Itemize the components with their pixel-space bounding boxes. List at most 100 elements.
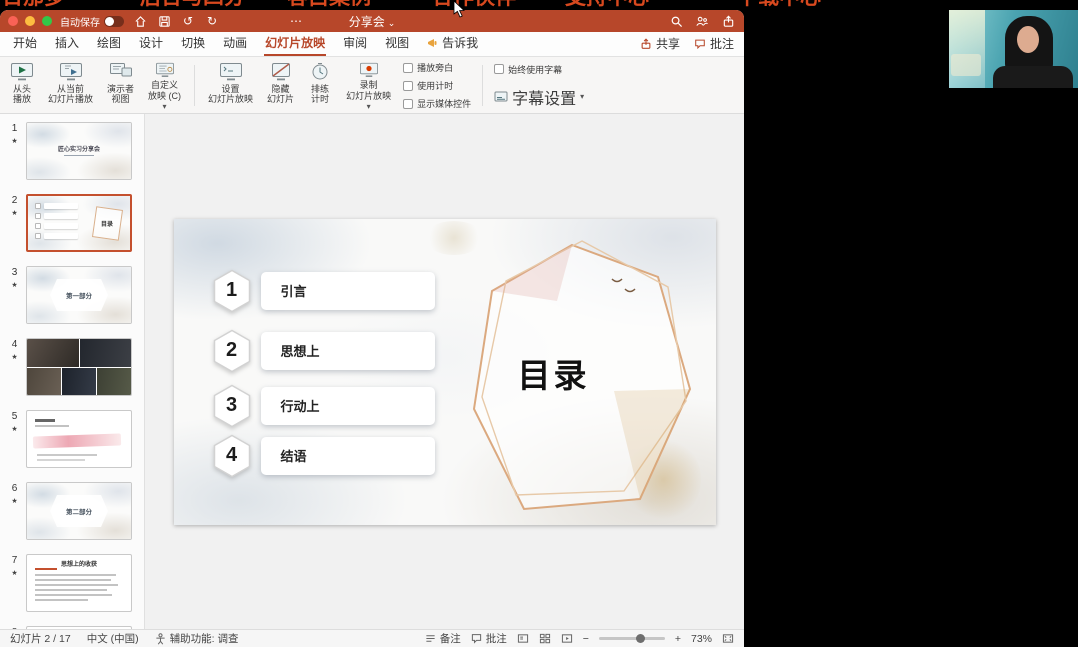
background-menu-link[interactable]: 支持中心 (565, 0, 649, 8)
background-menu-link[interactable]: 日那多 (2, 0, 65, 8)
autosave-switch[interactable] (104, 16, 124, 27)
zoom-in-button[interactable]: + (675, 633, 681, 645)
accessibility-label: 辅助功能: 调查 (170, 631, 239, 646)
presenter-view-button[interactable]: 演示者 视图 (105, 60, 136, 111)
toc-item-label: 引言 (261, 272, 435, 310)
use-timings-checkbox[interactable]: 使用计时 (403, 79, 471, 92)
rehearse-timings-button[interactable]: 排练 计时 (306, 60, 334, 111)
setup-slideshow-button[interactable]: 设置 幻灯片放映 (206, 60, 255, 111)
thumbnail-image[interactable]: 匠心实习分享会 (26, 122, 132, 180)
fit-to-window-button[interactable] (722, 633, 734, 644)
tab-home[interactable]: 开始 (12, 34, 38, 56)
redo-icon[interactable]: ↻ (204, 13, 220, 29)
autosave-toggle[interactable]: 自动保存 (60, 14, 124, 29)
tab-design[interactable]: 设计 (138, 34, 164, 56)
slide-thumbnail-8[interactable]: 8★ (0, 620, 144, 629)
notes-button[interactable]: 备注 (425, 631, 461, 646)
slideshow-view-button[interactable] (561, 633, 573, 644)
people-icon[interactable] (694, 13, 710, 29)
tab-insert[interactable]: 插入 (54, 34, 80, 56)
thumbnail-image[interactable]: 思想上的收获 (26, 554, 132, 612)
background-menu-link[interactable]: 后台与四分 (140, 0, 245, 8)
accessibility-status[interactable]: 辅助功能: 调查 (155, 631, 239, 646)
toc-item-1[interactable]: 1 引言 (212, 269, 435, 313)
search-icon[interactable] (668, 13, 684, 29)
comment-icon (694, 38, 706, 50)
slide-thumbnail-1[interactable]: 1★ 匠心实习分享会 (0, 116, 144, 188)
slide-sorter-view-button[interactable] (539, 633, 551, 644)
background-menu-link[interactable]: 合作伙伴 (432, 0, 516, 8)
thumbnail-image[interactable]: 第一部分 (26, 266, 132, 324)
play-from-start-icon (10, 62, 34, 82)
accessibility-icon (155, 633, 166, 645)
subtitle-settings-button[interactable]: 字幕设置 ▾ (494, 85, 584, 109)
tab-animations[interactable]: 动画 (222, 34, 248, 56)
slide-number: 6 (12, 483, 18, 494)
language-indicator[interactable]: 中文 (中国) (87, 631, 139, 646)
text-line (37, 454, 97, 456)
minimize-button[interactable] (25, 16, 35, 26)
tab-view[interactable]: 视图 (384, 34, 410, 56)
webcam-video-tile[interactable] (949, 10, 1078, 88)
thumbnail-section-title: 第一部分 (50, 279, 108, 311)
pink-brush-stroke (33, 433, 121, 448)
megaphone-icon (427, 37, 439, 49)
subtitle-settings-label: 字幕设置 (512, 85, 576, 109)
save-icon[interactable] (156, 13, 172, 29)
always-use-subtitles-checkbox[interactable]: 始终使用字幕 (494, 63, 584, 76)
slide-thumbnail-2[interactable]: 2★ 目录 (0, 188, 144, 260)
zoom-level[interactable]: 73% (691, 633, 712, 645)
comments-button[interactable]: 批注 (471, 631, 507, 646)
share-button[interactable]: 共享 (640, 35, 680, 52)
tab-review[interactable]: 审阅 (342, 34, 368, 56)
normal-view-button[interactable] (517, 633, 529, 644)
background-menu-link[interactable]: 下载中心 (737, 0, 821, 8)
checkbox-icon (403, 99, 413, 109)
record-slideshow-label: 录制 幻灯片放映 (346, 80, 391, 101)
toc-item-3[interactable]: 3 行动上 (212, 384, 435, 428)
tab-slideshow[interactable]: 幻灯片放映 (264, 34, 326, 56)
thumbnail-image-selected[interactable]: 目录 (26, 194, 132, 252)
dropdown-caret-icon: ▾ (163, 103, 167, 111)
home-icon[interactable] (132, 13, 148, 29)
tab-tell-me[interactable]: 告诉我 (426, 34, 479, 56)
thumbnail-image[interactable] (26, 410, 132, 468)
slide-thumbnail-6[interactable]: 6★ 第二部分 (0, 476, 144, 548)
share-icon[interactable] (720, 13, 736, 29)
slide-thumbnail-3[interactable]: 3★ 第一部分 (0, 260, 144, 332)
hide-slide-button[interactable]: 隐藏 幻灯片 (265, 60, 296, 111)
use-timings-label: 使用计时 (417, 79, 453, 92)
toc-title[interactable]: 目录 (504, 349, 604, 397)
from-beginning-button[interactable]: 从头 播放 (8, 60, 36, 111)
background-menu-link[interactable]: 客白案例 (287, 0, 371, 8)
tab-transitions[interactable]: 切换 (180, 34, 206, 56)
toc-item-label: 行动上 (261, 387, 435, 425)
play-narrations-checkbox[interactable]: 播放旁白 (403, 61, 471, 74)
slide-canvas[interactable]: 1 引言 2 思想上 3 (174, 219, 716, 525)
record-slideshow-button[interactable]: 录制 幻灯片放映 ▾ (344, 60, 393, 111)
comments-button[interactable]: 批注 (694, 35, 734, 52)
slide-thumbnail-7[interactable]: 7★ 思想上的收获 (0, 548, 144, 620)
show-media-controls-checkbox[interactable]: 显示媒体控件 (403, 97, 471, 110)
tab-draw[interactable]: 绘图 (96, 34, 122, 56)
close-button[interactable] (8, 16, 18, 26)
thumbnail-image[interactable]: 第二部分 (26, 482, 132, 540)
slide-number: 1 (12, 123, 18, 134)
thumbnail-image[interactable] (26, 626, 132, 629)
animation-star-icon: ★ (11, 569, 17, 577)
toc-item-label: 思想上 (261, 332, 435, 370)
slide-thumbnail-5[interactable]: 5★ (0, 404, 144, 476)
slide-thumbnail-4[interactable]: 4★ (0, 332, 144, 404)
toc-item-2[interactable]: 2 思想上 (212, 329, 435, 373)
zoom-slider[interactable] (599, 637, 665, 640)
undo-icon[interactable]: ↺ (180, 13, 196, 29)
zoom-button[interactable] (42, 16, 52, 26)
from-current-slide-button[interactable]: 从当前 幻灯片播放 (46, 60, 95, 111)
toc-item-4[interactable]: 4 结语 (212, 434, 435, 478)
more-commands-icon[interactable]: ⋯ (288, 13, 304, 29)
custom-show-button[interactable]: 自定义 放映 (C) ▾ (146, 60, 183, 111)
zoom-out-button[interactable]: − (583, 633, 589, 645)
text-line (35, 425, 69, 427)
thumbnail-image[interactable] (26, 338, 132, 396)
zoom-slider-knob[interactable] (636, 634, 645, 643)
